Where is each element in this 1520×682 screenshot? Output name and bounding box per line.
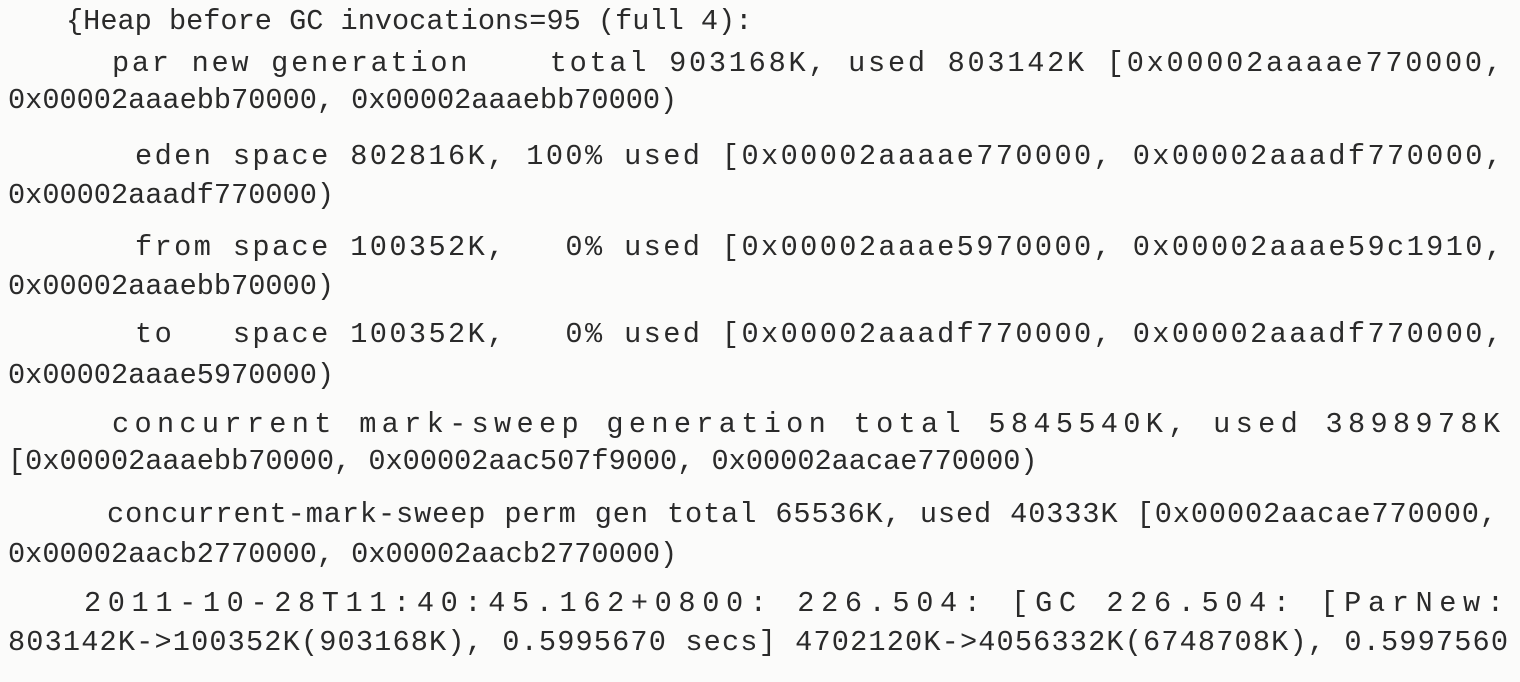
from-space-line: from space 100352K, 0% used [0x00002aaae…	[135, 231, 1502, 264]
to-space-line: to space 100352K, 0% used [0x00002aaadf7…	[135, 318, 1502, 351]
heap-header-line: {Heap before GC invocations=95 (full 4):	[66, 5, 753, 38]
par-new-generation-line: par new generation total 903168K, used 8…	[112, 47, 1502, 80]
gc-event-continuation: 803142K->100352K(903168K), 0.5995670 sec…	[8, 626, 1508, 659]
cms-perm-gen-line: concurrent-mark-sweep perm gen total 655…	[107, 498, 1497, 531]
gc-log-page: {Heap before GC invocations=95 (full 4):…	[0, 0, 1520, 682]
par-new-generation-continuation: 0x00002aaaebb70000, 0x00002aaaebb70000)	[8, 84, 678, 117]
cms-generation-line: concurrent mark-sweep generation total 5…	[112, 408, 1500, 441]
cms-perm-gen-continuation: 0x00002aacb2770000, 0x00002aacb2770000)	[8, 538, 678, 571]
cms-generation-continuation: [0x00002aaaebb70000, 0x00002aac507f9000,…	[8, 445, 1038, 478]
eden-space-continuation: 0x00002aaadf770000)	[8, 179, 335, 212]
to-space-continuation: 0x00002aaae5970000)	[8, 359, 335, 392]
from-space-continuation: 0x00002aaaebb70000)	[8, 270, 335, 303]
eden-space-line: eden space 802816K, 100% used [0x00002aa…	[135, 140, 1502, 173]
gc-event-line: 2011-10-28T11:40:45.162+0800: 226.504: […	[84, 587, 1504, 620]
